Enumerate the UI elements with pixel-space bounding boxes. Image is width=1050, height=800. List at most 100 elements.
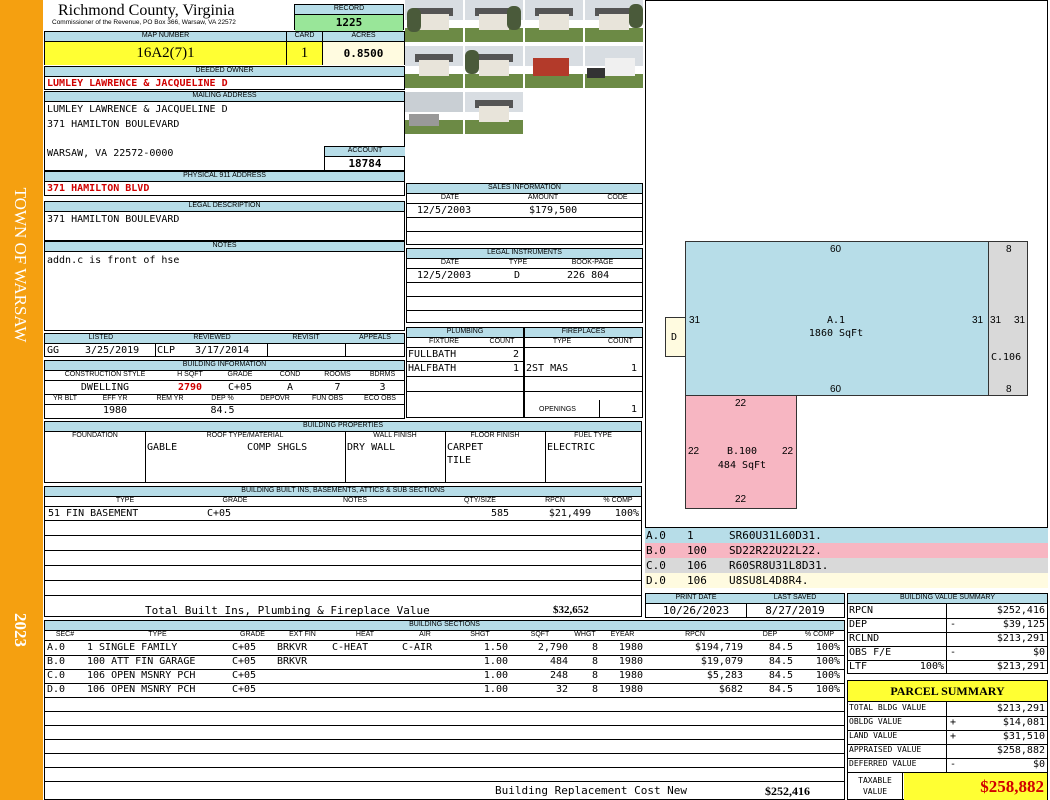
obldg-value: $14,081 — [1002, 717, 1045, 728]
deeded-owner: LUMLEY LAWRENCE & JACQUELINE D — [47, 78, 228, 89]
section-sec: D.0 — [47, 684, 66, 695]
rpcn-label: RPCN — [849, 605, 874, 616]
county-header: Richmond County, Virginia Commissioner o… — [44, 0, 294, 31]
section-dep: 84.5 — [768, 656, 793, 667]
wall-finish-label: WALL FINISH — [373, 432, 417, 439]
notes-text: addn.c is front of hse — [47, 255, 180, 266]
card-label: CARD — [287, 32, 322, 42]
deeded-owner-label: DEEDED OWNER — [45, 67, 404, 77]
land-label: LAND VALUE — [849, 731, 898, 740]
col-sec: SEC# — [55, 631, 75, 638]
sketch-section-c[interactable]: 8 8 31 31 C.106 — [988, 241, 1028, 396]
property-photo[interactable] — [525, 0, 583, 42]
col-rpcn: RPCN — [685, 631, 705, 638]
deferred-value: $0 — [1032, 759, 1045, 770]
bi-rpcn-label: RPCN — [545, 497, 565, 504]
floor-finish-2: TILE — [447, 455, 472, 466]
row-divider — [45, 739, 844, 740]
section-rpcn: $682 — [718, 684, 743, 695]
account-label: ACCOUNT — [325, 147, 405, 157]
notes-label: NOTES — [45, 242, 404, 252]
card-number: 1 — [287, 42, 322, 65]
legend-desc: SD22R22U22L22. — [729, 544, 822, 557]
section-sqft: 248 — [549, 670, 568, 681]
dim-c-right: 31 — [1014, 315, 1026, 326]
revisit-label: REVISIT — [292, 334, 320, 341]
listed-by: GG — [47, 345, 60, 356]
roof-material: COMP SHGLS — [247, 442, 308, 453]
sketch-section-a[interactable]: 60 60 31 31 A.1 1860 SqFt — [685, 241, 989, 396]
obldg-label: OBLDG VALUE — [849, 717, 902, 726]
building-sections-box: BUILDING SECTIONS SEC# TYPE GRADE EXT FI… — [44, 620, 845, 800]
property-photo[interactable] — [465, 0, 523, 42]
legend-row: A.0 1 SR60U31L60D31. — [645, 528, 1048, 543]
sales-date-label: DATE — [440, 194, 460, 201]
property-photos — [405, 0, 645, 136]
section-eyear: 1980 — [618, 642, 643, 653]
wall-finish: DRY WALL — [347, 442, 396, 453]
col-sqft: SQFT — [530, 631, 550, 638]
floor-finish-label: FLOOR FINISH — [470, 432, 520, 439]
ltf-value: $213,291 — [996, 661, 1045, 672]
section-shgt: 1.00 — [483, 684, 508, 695]
section-whgt: 8 — [591, 684, 598, 695]
county-name: Richmond County, Virginia — [58, 2, 235, 19]
replacement-cost-label: Building Replacement Cost New — [495, 784, 688, 797]
sketch-section-b[interactable]: 22 22 22 22 B.100 484 SqFt — [685, 395, 797, 509]
building-value-summary: BUILDING VALUE SUMMARY RPCN $252,416 DEP… — [847, 593, 1048, 674]
record-label: RECORD — [295, 5, 403, 15]
openings-count: 1 — [630, 404, 637, 415]
dim-b-left: 22 — [688, 446, 700, 457]
property-photo[interactable] — [465, 46, 523, 88]
value-summary-title: BUILDING VALUE SUMMARY — [848, 594, 1047, 604]
section-sec: A.0 — [47, 642, 66, 653]
bi-qty-label: QTY/SIZE — [464, 497, 496, 504]
appraised-value: $258,882 — [996, 745, 1045, 756]
section-sec: B.0 — [47, 656, 66, 667]
physical-address: 371 HAMILTON BLVD — [47, 183, 150, 194]
legal-description: 371 HAMILTON BOULEVARD — [47, 214, 180, 225]
section-sqft: 484 — [549, 656, 568, 667]
property-photo[interactable] — [405, 0, 463, 42]
section-type: 1 SINGLE FAMILY — [87, 642, 178, 653]
record-box: RECORD 1225 — [294, 4, 404, 31]
legend-row: B.0 100 SD22R22U22L22. — [645, 543, 1048, 558]
sketch-section-d[interactable]: D — [665, 317, 686, 357]
plumbing-box: PLUMBING FIXTURE COUNT FULLBATH 2 HALFBA… — [406, 327, 524, 418]
grade-value: C+05 — [227, 382, 253, 393]
appraised-label: APPRAISED VALUE — [849, 745, 922, 754]
section-type: 106 OPEN MSNRY PCH — [87, 670, 196, 681]
section-whgt: 8 — [591, 642, 598, 653]
legend-code: 106 — [687, 574, 707, 587]
sections-header: SEC# TYPE GRADE EXT FIN HEAT AIR SHGT SQ… — [45, 631, 844, 641]
dep-value: $39,125 — [1002, 619, 1045, 630]
yrblt-label: YR BLT — [53, 395, 77, 402]
property-photo[interactable] — [405, 46, 463, 88]
depovr-label: DEPOVR — [260, 395, 290, 402]
carport-photo[interactable] — [525, 46, 583, 88]
mailing-address-box: MAILING ADDRESS LUMLEY LAWRENCE & JACQUE… — [44, 91, 405, 171]
legend-row: D.0 106 U8SU8L4D8R4. — [645, 573, 1048, 588]
ltf-label: LTF — [849, 661, 868, 672]
col-extfin: EXT FIN — [289, 631, 316, 638]
property-photo[interactable] — [585, 0, 643, 42]
bi-comp: 100% — [614, 508, 639, 519]
property-photo[interactable] — [465, 92, 523, 134]
taxable-label-1: TAXABLE — [858, 776, 892, 785]
commissioner-address: Commissioner of the Revenue, PO Box 366,… — [52, 19, 236, 26]
property-photo[interactable] — [405, 92, 463, 134]
hsqft-label: H SQFT — [177, 371, 203, 378]
dim-c-left: 31 — [990, 315, 1002, 326]
section-a-id: A.1 — [826, 315, 846, 326]
li-date-label: DATE — [440, 259, 460, 266]
cond-value: A — [286, 382, 294, 393]
legal-description-box: LEGAL DESCRIPTION 371 HAMILTON BOULEVARD — [44, 201, 405, 241]
section-dep: 84.5 — [768, 684, 793, 695]
remyr-label: REM YR — [156, 395, 184, 402]
section-extfin: BRKVR — [277, 656, 308, 667]
section-sqft: 32 — [555, 684, 568, 695]
sales-information-box: SALES INFORMATION DATE AMOUNT CODE 12/5/… — [406, 183, 643, 245]
shed-photo[interactable] — [585, 46, 643, 88]
plumbing-title: PLUMBING — [407, 328, 523, 338]
li-type: D — [514, 270, 521, 281]
